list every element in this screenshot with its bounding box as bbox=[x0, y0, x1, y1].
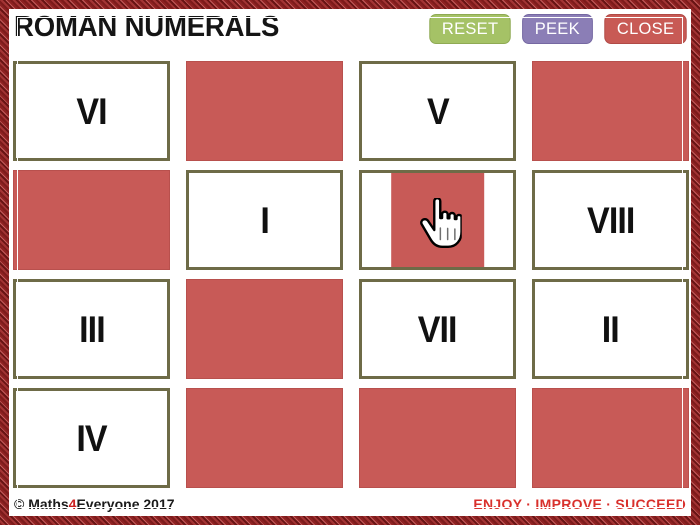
peek-button[interactable]: PEEK bbox=[522, 14, 593, 44]
card-tile[interactable]: IV bbox=[13, 388, 170, 488]
card-label: VIII bbox=[586, 199, 635, 241]
card-tile[interactable]: VII bbox=[359, 279, 516, 379]
card-tile[interactable] bbox=[186, 279, 343, 379]
reset-button[interactable]: RESET bbox=[429, 14, 512, 44]
card-tile[interactable]: VIII bbox=[532, 170, 689, 270]
card-tile[interactable]: III bbox=[13, 279, 170, 379]
card-label: II bbox=[601, 308, 620, 350]
card-tile[interactable]: VI bbox=[13, 61, 170, 161]
card-tile[interactable] bbox=[186, 61, 343, 161]
card-grid: VI V I VIII III VII II IV bbox=[13, 61, 689, 489]
card-label: I bbox=[260, 199, 269, 241]
card-tile-flipping[interactable] bbox=[359, 170, 516, 270]
card-flip-band bbox=[390, 173, 485, 267]
card-label: IV bbox=[76, 417, 107, 459]
card-tile[interactable] bbox=[359, 388, 516, 488]
copyright-prefix: © Maths bbox=[14, 496, 69, 512]
page-title: ROMAN NUMERALS bbox=[14, 11, 280, 43]
header-bar: ROMAN NUMERALS RESET PEEK CLOSE bbox=[12, 10, 688, 52]
card-tile[interactable] bbox=[13, 170, 170, 270]
card-label: VII bbox=[418, 308, 458, 350]
header-button-group: RESET PEEK CLOSE bbox=[428, 14, 688, 44]
copyright-suffix: Everyone 2017 bbox=[76, 496, 175, 512]
card-tile[interactable] bbox=[186, 388, 343, 488]
card-label: VI bbox=[76, 90, 107, 132]
tagline: ENJOY · IMPROVE · SUCCEED bbox=[473, 496, 686, 512]
card-tile[interactable]: I bbox=[186, 170, 343, 270]
card-tile[interactable]: V bbox=[359, 61, 516, 161]
copyright-notice: © Maths4Everyone 2017 bbox=[14, 496, 175, 512]
card-tile[interactable]: II bbox=[532, 279, 689, 379]
card-label: V bbox=[426, 90, 450, 132]
card-tile[interactable] bbox=[532, 388, 689, 488]
card-tile[interactable] bbox=[532, 61, 689, 161]
footer-bar: © Maths4Everyone 2017 ENJOY · IMPROVE · … bbox=[14, 496, 686, 516]
card-label: III bbox=[78, 308, 106, 350]
close-button[interactable]: CLOSE bbox=[604, 14, 687, 44]
roman-numerals-memory-game: ROMAN NUMERALS RESET PEEK CLOSE VI V I V… bbox=[0, 0, 700, 525]
